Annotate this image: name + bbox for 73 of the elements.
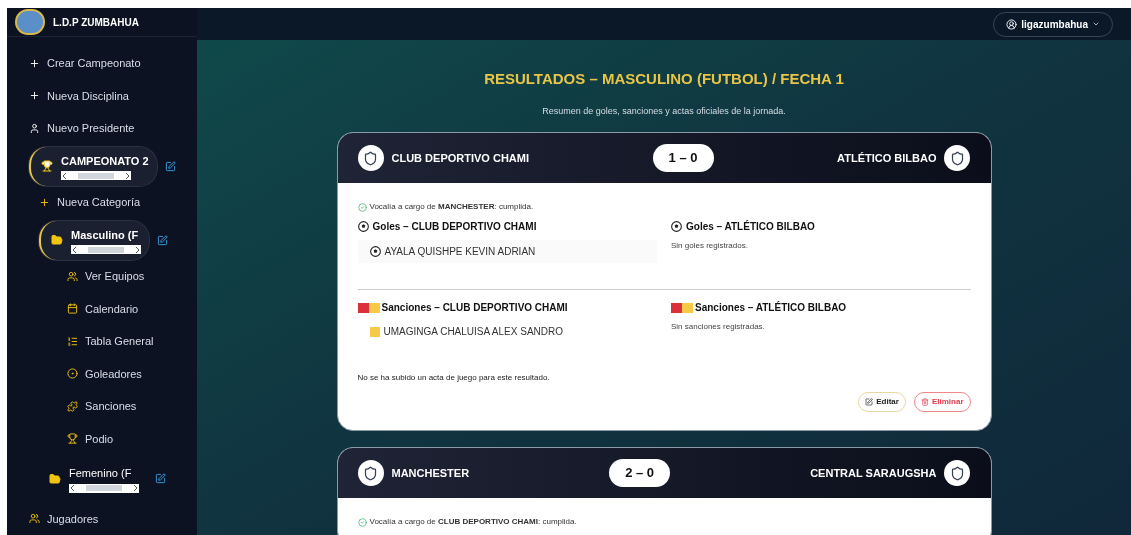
acta-note: No se ha subido un acta de juego para este resultado.	[357, 372, 551, 384]
sanctioned-player: UMAGINGA CHALUISA ALEX SANDRO	[383, 325, 563, 339]
soccer-ball-icon	[369, 246, 381, 257]
add-icon	[29, 57, 40, 69]
sidebar-item[interactable]: Goleadores	[67, 357, 197, 390]
calendar-icon	[67, 303, 78, 315]
add-icon	[29, 90, 40, 102]
team-crest-icon	[357, 145, 384, 171]
user-icon	[1006, 18, 1018, 30]
sidebar-item[interactable]: Nuevo Presidente	[29, 112, 197, 145]
scrollbar-icon[interactable]	[69, 483, 139, 493]
folder-icon	[51, 234, 63, 247]
edit-icon[interactable]	[164, 160, 176, 172]
sidebar-item[interactable]: Sanciones	[67, 390, 197, 423]
team-crest-icon	[944, 145, 971, 171]
home-team-name: CLUB DEPORTIVO CHAMI	[391, 150, 529, 166]
scrollbar-icon[interactable]	[71, 245, 141, 254]
page-title: RESULTADOS – MASCULINO (FUTBOL) / FECHA 1	[484, 69, 844, 89]
goals-heading: Goles – CLUB DEPORTIVO CHAMI	[372, 220, 537, 234]
add-icon	[39, 196, 50, 208]
sidebar-folder[interactable]: CAMPEONATO 2	[29, 146, 157, 186]
scorers-icon	[67, 368, 78, 380]
check-icon	[357, 517, 367, 527]
sidebar-folder-label: Femenino (F	[69, 466, 133, 481]
sidebar-folder[interactable]: Femenino (F	[39, 459, 147, 499]
sidebar-folder[interactable]: Masculino (F	[39, 220, 149, 260]
empty-note: Sin sanciones registradas.	[671, 321, 766, 333]
sanctions-icon	[67, 400, 78, 412]
cards-icon	[671, 302, 693, 313]
league-logo-icon	[15, 9, 45, 35]
match-score: 2 – 0	[609, 459, 671, 487]
away-team-name: CENTRAL SARAUGSHA	[810, 465, 937, 481]
sidebar-item[interactable]: Tabla General	[67, 325, 197, 358]
soccer-ball-icon	[671, 221, 682, 232]
sidebar-item[interactable]: Ver Equipos	[67, 260, 197, 293]
edit-icon	[865, 398, 874, 406]
match-score: 1 – 0	[652, 144, 714, 172]
scrollbar-icon[interactable]	[61, 171, 131, 180]
teams-icon	[67, 270, 78, 282]
sanctions-heading: Sanciones – ATLÉTICO BILBAO	[695, 300, 847, 315]
goals-heading: Goles – ATLÉTICO BILBAO	[686, 219, 815, 234]
soccer-ball-icon	[357, 221, 369, 232]
sidebar-item[interactable]: Calendario	[67, 292, 197, 325]
edit-icon[interactable]	[157, 234, 168, 246]
players-icon	[29, 513, 40, 525]
home-team-name: MANCHESTER	[391, 465, 470, 481]
sidebar-folder-label: Masculino (F	[71, 227, 140, 243]
sidebar-folder-label: CAMPEONATO 2	[61, 153, 149, 169]
sidebar-item[interactable]: Podio	[67, 422, 197, 455]
team-crest-icon	[357, 460, 384, 486]
trophy-icon	[41, 160, 53, 173]
page-subtitle: Resumen de goles, sanciones y actas oficiales de la jornada.	[542, 104, 786, 118]
vocalia-note: Vocalía a cargo de CLUB DEPORTIVO CHAMI: cumplida.	[369, 516, 577, 528]
sidebar-item[interactable]: Nueva Disciplina	[29, 79, 197, 112]
vocalia-note: Vocalía a cargo de MANCHESTER: cumplida.	[369, 201, 534, 213]
podium-icon	[67, 433, 78, 445]
caret-icon	[1092, 20, 1100, 28]
cards-icon	[357, 302, 380, 313]
person-icon	[29, 122, 40, 134]
sidebar-item[interactable]: Jugadores	[29, 502, 197, 535]
team-crest-icon	[944, 460, 971, 486]
table-icon	[67, 335, 78, 347]
folder-icon	[49, 472, 61, 485]
brand-name: L.D.P ZUMBAHUA	[53, 15, 139, 30]
sidebar-item[interactable]: Crear Campeonato	[29, 47, 197, 80]
empty-note: Sin goles registrados.	[671, 240, 749, 252]
sanctions-heading: Sanciones – CLUB DEPORTIVO CHAMI	[381, 301, 568, 315]
trash-icon	[920, 398, 929, 406]
away-team-name: ATLÉTICO BILBAO	[837, 150, 937, 166]
sidebar-item[interactable]: Nueva Categoría	[39, 186, 197, 219]
edit-icon[interactable]	[155, 473, 166, 485]
goal-player: AYALA QUISHPE KEVIN ADRIAN	[357, 240, 657, 263]
check-icon	[357, 202, 367, 212]
